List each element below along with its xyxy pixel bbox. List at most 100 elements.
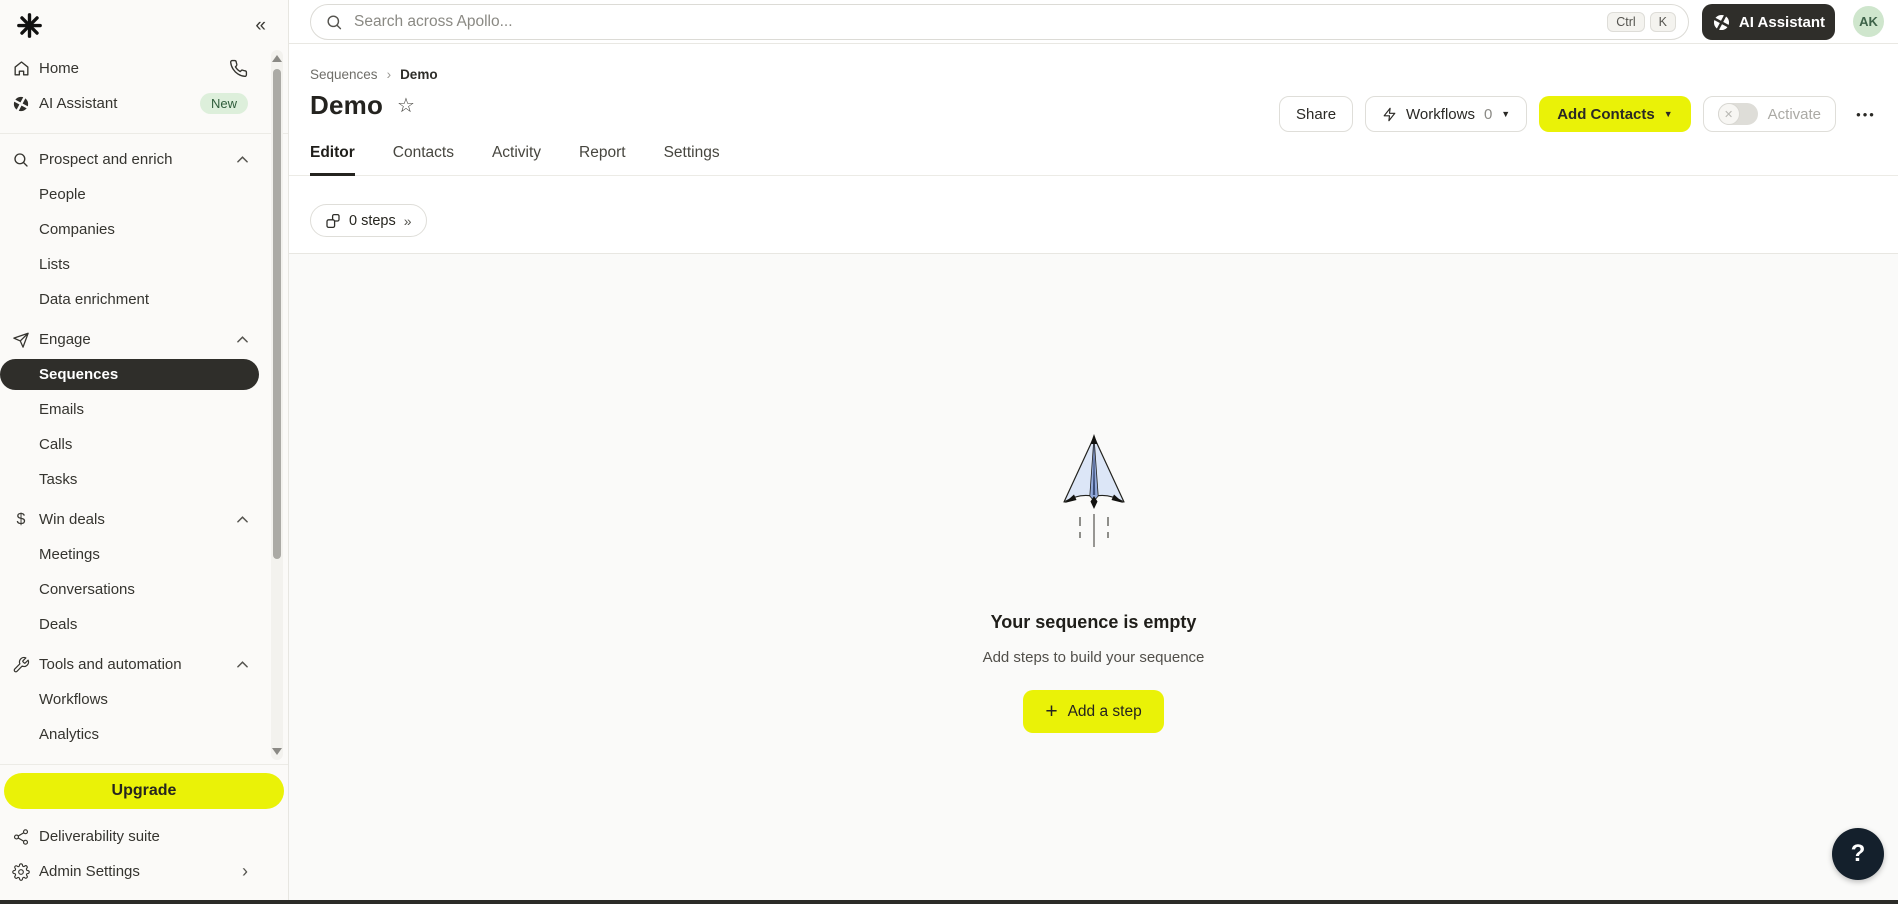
sidebar-item-ai-assistant[interactable]: AI Assistant New (0, 86, 288, 121)
main-area: Ctrl K AI Assistant AK Sequences › Demo … (289, 0, 1898, 900)
steps-icon (325, 213, 341, 229)
search-icon (10, 149, 32, 171)
sidebar-section-engage[interactable]: Engage (0, 322, 288, 357)
global-search[interactable]: Ctrl K (310, 4, 1689, 40)
steps-count-label: 0 steps (349, 213, 396, 229)
workflows-button[interactable]: Workflows 0 ▼ (1365, 96, 1527, 132)
tab-report[interactable]: Report (579, 144, 626, 175)
chevron-up-icon (237, 336, 248, 343)
paper-plane-illustration (1054, 434, 1134, 562)
chevron-up-icon (237, 516, 248, 523)
sidebar-item-deals[interactable]: Deals (0, 607, 288, 642)
breadcrumb: Sequences › Demo (310, 67, 1898, 82)
kbd-ctrl: Ctrl (1607, 12, 1644, 32)
sidebar-item-sequences[interactable]: Sequences (0, 359, 259, 390)
tab-contacts[interactable]: Contacts (393, 144, 454, 175)
ai-assistant-icon (10, 93, 32, 115)
star-icon[interactable]: ☆ (397, 93, 415, 118)
header-actions: Share Workflows 0 ▼ Add Contacts ▼ ✕ Act… (1279, 96, 1884, 132)
sidebar-collapse-button[interactable]: « (255, 16, 266, 35)
gear-icon (10, 861, 32, 883)
sidebar-item-companies[interactable]: Companies (0, 212, 288, 247)
sidebar-scrollbar[interactable] (271, 50, 283, 760)
activate-control: ✕ Activate (1703, 96, 1836, 132)
plus-icon: + (1045, 700, 1057, 724)
breadcrumb-sequences-link[interactable]: Sequences (310, 67, 378, 82)
breadcrumb-separator: › (387, 67, 392, 82)
section-label: Tools and automation (39, 656, 182, 673)
empty-state-title: Your sequence is empty (991, 612, 1197, 633)
share-label: Share (1296, 106, 1336, 123)
section-label: Win deals (39, 511, 105, 528)
tab-bar: Editor Contacts Activity Report Settings (289, 134, 1898, 176)
add-contacts-button[interactable]: Add Contacts ▼ (1539, 96, 1690, 132)
sidebar-item-people[interactable]: People (0, 177, 288, 212)
ai-assistant-icon (1712, 13, 1731, 32)
sidebar-section-prospect-and-enrich[interactable]: Prospect and enrich (0, 142, 288, 177)
scroll-up-arrow[interactable] (272, 55, 282, 62)
sidebar-item-label: Home (39, 60, 79, 77)
paper-plane-icon (10, 329, 32, 351)
sidebar-item-lists[interactable]: Lists (0, 247, 288, 282)
upgrade-button[interactable]: Upgrade (4, 773, 284, 809)
toggle-knob: ✕ (1718, 103, 1740, 125)
sidebar-item-admin-settings[interactable]: Admin Settings › (0, 854, 288, 889)
sidebar-item-label: Admin Settings (39, 863, 140, 880)
sidebar-item-label: Analytics (39, 726, 99, 743)
sidebar-item-conversations[interactable]: Conversations (0, 572, 288, 607)
add-step-button[interactable]: + Add a step (1023, 690, 1163, 733)
sidebar-item-emails[interactable]: Emails (0, 392, 288, 427)
tab-activity[interactable]: Activity (492, 144, 541, 175)
more-options-button[interactable]: ••• (1848, 96, 1884, 132)
empty-state-subtitle: Add steps to build your sequence (983, 649, 1205, 666)
activate-toggle[interactable]: ✕ (1718, 103, 1758, 125)
sidebar-item-label: Lists (39, 256, 70, 273)
breadcrumb-current: Demo (400, 67, 438, 82)
activate-label: Activate (1768, 106, 1821, 123)
window-bottom-edge (0, 900, 1898, 904)
tab-settings[interactable]: Settings (664, 144, 720, 175)
sidebar-item-analytics[interactable]: Analytics (0, 717, 288, 752)
sidebar-item-data-enrichment[interactable]: Data enrichment (0, 282, 288, 317)
sidebar-divider (0, 133, 288, 134)
tab-editor[interactable]: Editor (310, 144, 355, 176)
share-button[interactable]: Share (1279, 96, 1353, 132)
help-button[interactable]: ? (1832, 828, 1884, 880)
dialer-phone-icon[interactable] (229, 59, 248, 78)
add-step-label: Add a step (1068, 703, 1142, 721)
sidebar-item-label: Conversations (39, 581, 135, 598)
steps-panel-button[interactable]: 0 steps » (310, 204, 427, 237)
scroll-down-arrow[interactable] (272, 748, 282, 755)
section-label: Engage (39, 331, 91, 348)
sidebar-item-tasks[interactable]: Tasks (0, 462, 288, 497)
sidebar-item-label: Companies (39, 221, 115, 238)
ai-assistant-button[interactable]: AI Assistant (1702, 4, 1835, 40)
user-avatar[interactable]: AK (1853, 6, 1884, 37)
sidebar-item-deliverability-suite[interactable]: Deliverability suite (0, 819, 288, 854)
sidebar-item-meetings[interactable]: Meetings (0, 537, 288, 572)
chevron-right-icon: › (242, 861, 248, 882)
dollar-icon: $ (10, 509, 32, 531)
topbar: Ctrl K AI Assistant AK (289, 0, 1898, 44)
sidebar-item-home[interactable]: Home (0, 51, 288, 86)
sidebar-item-workflows[interactable]: Workflows (0, 682, 288, 717)
scrollbar-thumb[interactable] (273, 69, 281, 559)
sidebar-item-label: Deals (39, 616, 77, 633)
workflows-label: Workflows (1406, 106, 1475, 123)
sequence-canvas: Your sequence is empty Add steps to buil… (289, 253, 1898, 900)
sidebar-nav: Home AI Assistant New Prospect and enric… (0, 50, 288, 889)
chevron-down-icon: ▼ (1501, 109, 1510, 119)
sidebar-item-label: Meetings (39, 546, 100, 563)
double-chevron-right-icon: » (404, 213, 412, 229)
wrench-icon (10, 654, 32, 676)
sidebar: « Home AI Assistant New Prospect and en (0, 0, 289, 900)
search-icon (325, 13, 344, 32)
sidebar-divider (0, 764, 288, 765)
sidebar-item-calls[interactable]: Calls (0, 427, 288, 462)
search-input[interactable] (354, 13, 1602, 31)
section-label: Prospect and enrich (39, 151, 172, 168)
sidebar-section-win-deals[interactable]: $ Win deals (0, 502, 288, 537)
sidebar-item-label: Workflows (39, 691, 108, 708)
sidebar-item-label: Data enrichment (39, 291, 149, 308)
sidebar-section-tools-and-automation[interactable]: Tools and automation (0, 647, 288, 682)
